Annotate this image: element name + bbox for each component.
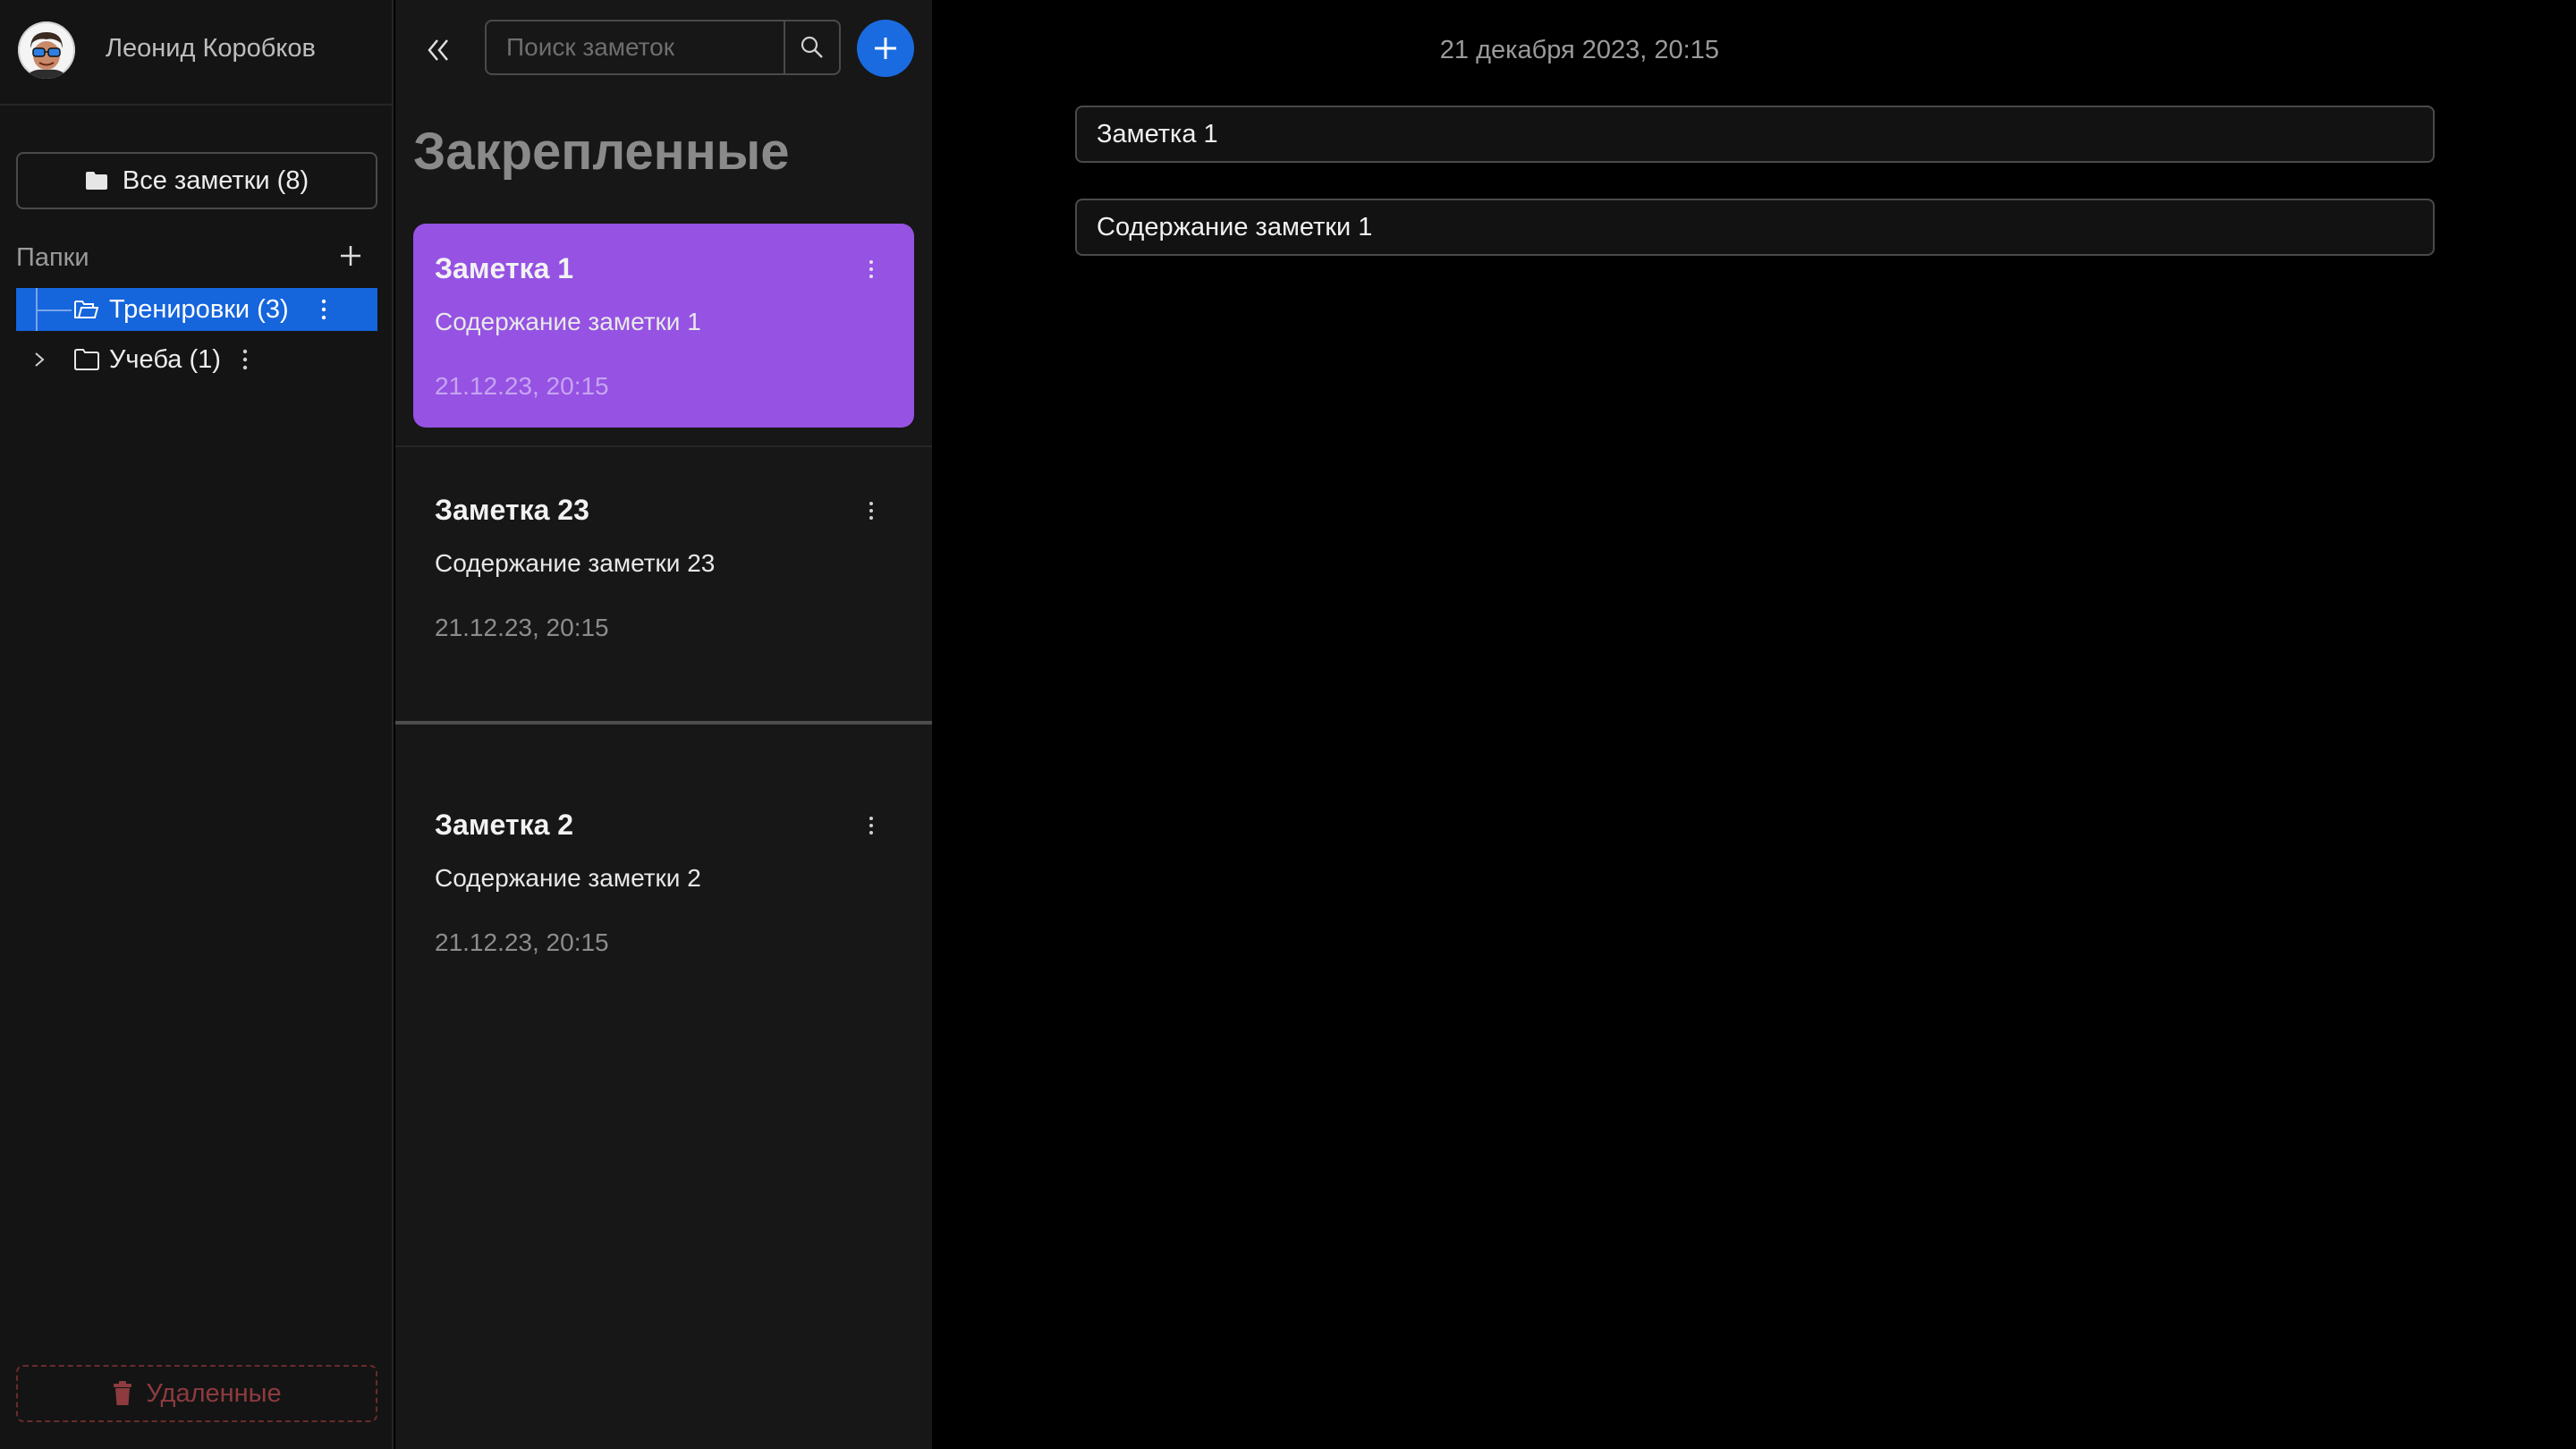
note-menu-button[interactable] [864,497,878,524]
chevrons-left-icon [428,39,448,61]
plus-icon [341,246,360,266]
note-date: 21.12.23, 20:15 [435,928,609,956]
note-content: Содержание заметки 1 [435,308,701,335]
all-notes-label: Все заметки (8) [122,165,309,195]
note-title-input[interactable] [1077,107,2433,161]
notes-app: Леонид Коробков Все заметки (8) Папки Тр… [0,0,2576,1449]
search-icon [801,36,823,58]
profile-header: Леонид Коробков [0,0,394,106]
add-note-button[interactable] [857,20,914,77]
folder-label: Учеба (1) [109,345,221,374]
cartoon-avatar-icon [18,21,75,79]
expand-folder-button[interactable] [29,349,50,370]
folder-item-trainings[interactable]: Тренировки (3) [16,288,377,331]
note-content-input[interactable] [1077,200,2433,254]
note-menu-button[interactable] [864,812,878,839]
note-editor: 21 декабря 2023, 20:15 [932,0,2576,1449]
folder-filled-icon [85,172,107,190]
folders-title: Папки [16,243,89,272]
all-notes-button[interactable]: Все заметки (8) [16,152,377,209]
folder-icon [74,349,99,370]
more-vertical-icon [869,260,873,278]
folder-open-icon [74,301,99,318]
add-folder-button[interactable] [335,240,367,272]
collapse-sidebar-button[interactable] [420,32,456,68]
note-card[interactable]: Заметка 23 Содержание заметки 23 21.12.2… [413,465,914,669]
trash-icon [114,1381,132,1405]
note-title-field-wrapper [1075,106,2435,163]
note-content-field-wrapper [1075,199,2435,256]
more-vertical-icon [869,817,873,835]
note-date: 21.12.23, 20:15 [435,372,609,400]
folder-menu-button[interactable] [238,345,252,374]
note-title: Заметка 2 [435,809,574,841]
section-divider [395,721,932,724]
more-vertical-icon [869,502,873,520]
note-content: Содержание заметки 2 [435,864,701,892]
note-card[interactable]: Заметка 2 Содержание заметки 2 21.12.23,… [413,780,914,984]
sidebar: Леонид Коробков Все заметки (8) Папки Тр… [0,0,394,1449]
folder-item-study[interactable]: Учеба (1) [16,338,377,381]
note-content: Содержание заметки 23 [435,549,716,577]
profile-name: Леонид Коробков [106,34,316,63]
avatar[interactable] [18,21,75,79]
note-card[interactable]: Заметка 1 Содержание заметки 1 21.12.23,… [413,224,914,428]
note-title: Заметка 23 [435,494,589,526]
folder-label: Тренировки (3) [109,295,289,324]
note-title: Заметка 1 [435,252,574,284]
search-input[interactable] [487,21,785,73]
more-vertical-icon [321,299,326,320]
note-timestamp: 21 декабря 2023, 20:15 [1439,36,1719,64]
deleted-label: Удаленные [146,1378,282,1408]
more-vertical-icon [242,349,248,370]
deleted-notes-button[interactable]: Удаленные [16,1365,377,1422]
note-menu-button[interactable] [864,256,878,283]
chevron-right-icon [35,352,45,367]
notes-panel: Закрепленные Заметка 1 Содержание заметк… [395,0,932,1449]
divider [395,445,932,447]
plus-icon [875,38,896,59]
tree-line-branch [36,309,72,311]
folder-menu-button[interactable] [317,295,331,324]
note-date: 21.12.23, 20:15 [435,614,609,641]
search-box [485,20,841,75]
pinned-section-title: Закрепленные [413,123,790,181]
search-button[interactable] [784,21,839,73]
